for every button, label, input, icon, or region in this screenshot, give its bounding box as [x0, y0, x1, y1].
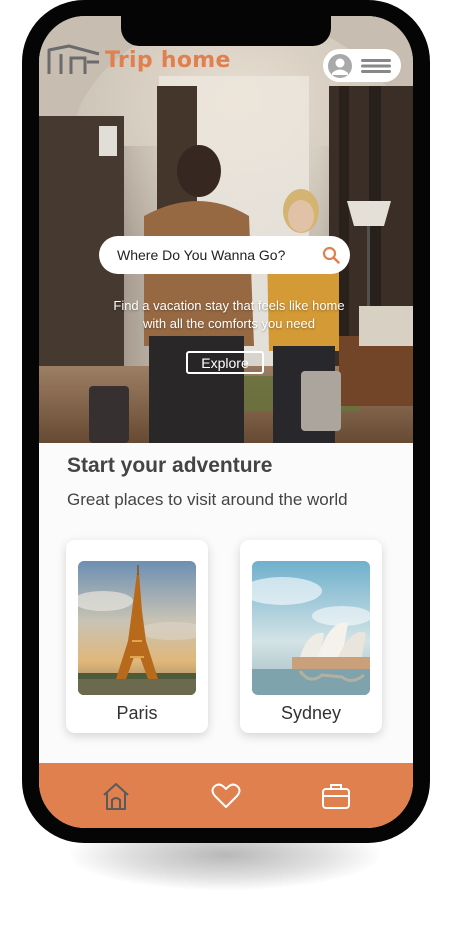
app-logo[interactable]: Trip home	[47, 44, 231, 76]
hamburger-menu-icon[interactable]	[361, 58, 391, 74]
app-screen: Trip home Where Do You Wanna Go? Find a …	[39, 16, 413, 828]
destination-search-bar	[99, 236, 350, 274]
destination-name: Paris	[116, 703, 158, 723]
tagline-line-2: with all the comforts you need	[143, 316, 315, 331]
app-name: Trip home	[105, 47, 231, 73]
phone-frame: Trip home Where Do You Wanna Go? Find a …	[22, 0, 430, 843]
tagline-line-1: Find a vacation stay that feels like hom…	[113, 298, 345, 313]
destination-card-sydney[interactable]: Sydney	[240, 540, 382, 733]
hero-tagline: Find a vacation stay that feels like hom…	[79, 297, 379, 333]
hero-section: Trip home Where Do You Wanna Go? Find a …	[39, 16, 413, 443]
eiffel-tower-photo	[78, 561, 196, 695]
sydney-opera-house-photo	[252, 561, 370, 695]
search-icon[interactable]	[322, 246, 340, 264]
nav-trips-button[interactable]	[316, 776, 356, 816]
account-menu-pill	[323, 49, 401, 82]
section-subtitle: Great places to visit around the world	[67, 490, 348, 509]
house-outline-icon	[47, 44, 100, 74]
destination-name: Sydney	[280, 703, 342, 723]
heart-icon	[211, 783, 241, 808]
destination-card-paris[interactable]: Paris	[66, 540, 208, 733]
section-title: Start your adventure	[67, 454, 273, 477]
bottom-navigation	[39, 763, 413, 828]
nav-favorites-button[interactable]	[206, 776, 246, 816]
nav-home-button[interactable]	[96, 776, 136, 816]
explore-button[interactable]: Explore	[186, 351, 264, 374]
home-icon	[103, 782, 129, 810]
user-avatar-icon[interactable]	[327, 53, 353, 79]
phone-notch	[121, 16, 331, 46]
search-input[interactable]	[115, 246, 322, 264]
briefcase-icon	[322, 783, 350, 809]
